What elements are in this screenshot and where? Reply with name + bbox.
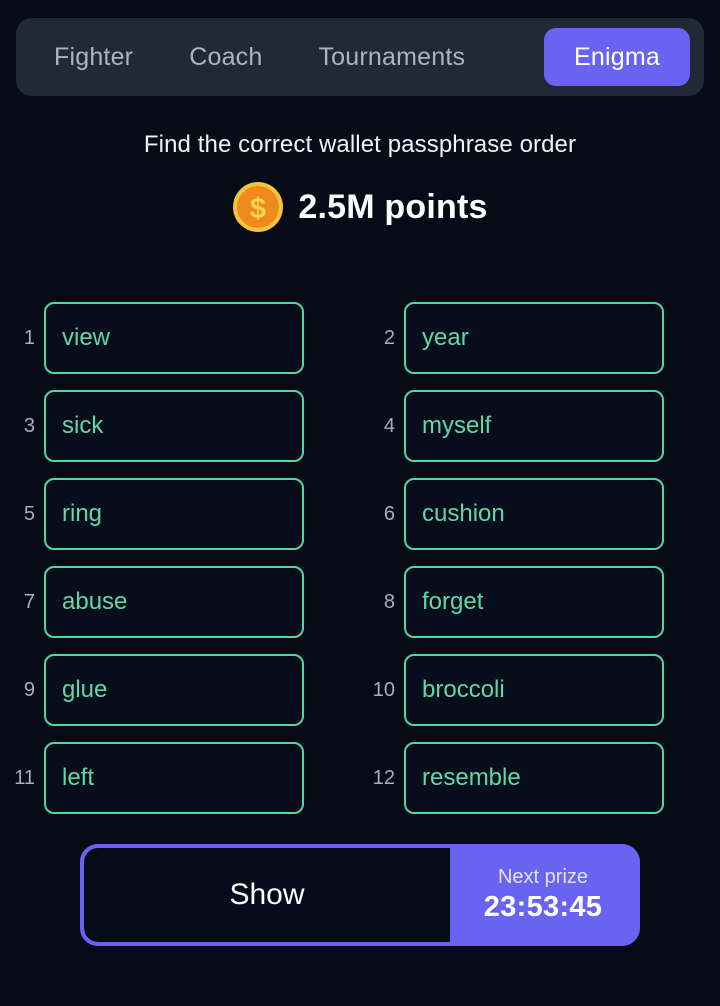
word-tile[interactable]: left [44,742,304,814]
word-cell: 1 view [0,294,360,382]
word-index: 5 [23,502,35,525]
page-title: Find the correct wallet passphrase order [143,131,577,158]
word-cell: 2 year [360,294,720,382]
word-index: 9 [23,678,35,701]
word-row: 7 abuse 8 forget [0,558,720,646]
word-cell: 6 cushion [360,470,720,558]
word-cell: 4 myself [360,382,720,470]
word-cell: 7 abuse [0,558,360,646]
word-index: 3 [23,414,35,437]
prize-row: $ 2.5M points [0,181,720,233]
word-tile[interactable]: forget [404,566,664,638]
coin-icon: $ [233,182,284,232]
show-button[interactable]: Show [84,848,450,942]
next-prize-label: Next prize [497,865,589,888]
nav-tab-enigma[interactable]: Enigma [544,28,690,86]
word-row: 1 view 2 year [0,294,720,382]
word-index: 7 [23,590,35,613]
word-tile[interactable]: cushion [404,478,664,550]
nav-tab-label: Fighter [54,42,134,71]
word-index: 4 [383,414,395,437]
word-row: 5 ring 6 cushion [0,470,720,558]
word-tile[interactable]: view [44,302,304,374]
word-row: 3 sick 4 myself [0,382,720,470]
word-index: 8 [383,590,395,613]
word-cell: 11 left [0,734,360,822]
word-tile[interactable]: glue [44,654,304,726]
word-tile[interactable]: abuse [44,566,304,638]
word-tile[interactable]: broccoli [404,654,664,726]
word-cell: 8 forget [360,558,720,646]
next-prize-panel[interactable]: Next prize 23:53:45 [450,848,636,942]
word-cell: 12 resemble [360,734,720,822]
word-index: 2 [383,326,395,349]
word-row: 9 glue 10 broccoli [0,646,720,734]
word-tile[interactable]: sick [44,390,304,462]
word-cell: 3 sick [0,382,360,470]
word-row: 11 left 12 resemble [0,734,720,822]
word-tile[interactable]: year [404,302,664,374]
word-index: 11 [14,766,35,789]
next-prize-countdown: 23:53:45 [483,890,603,923]
word-index: 10 [372,678,395,701]
nav-tab-label: Coach [189,42,263,71]
prize-amount: 2.5M points [298,188,488,226]
nav-tab-label: Tournaments [318,42,466,71]
nav-tab-label: Enigma [574,42,660,71]
word-tile[interactable]: resemble [404,742,664,814]
word-tile[interactable]: ring [44,478,304,550]
word-cell: 5 ring [0,470,360,558]
word-cell: 10 broccoli [360,646,720,734]
word-index: 12 [372,766,395,789]
bottom-action-bar: Show Next prize 23:53:45 [80,844,640,946]
word-cell: 9 glue [0,646,360,734]
nav-tab-tournaments[interactable]: Tournaments [290,28,493,86]
top-navigation-bar: Fighter Coach Tournaments Enigma [16,18,704,96]
word-index: 6 [383,502,395,525]
word-index: 1 [23,326,35,349]
svg-text:$: $ [250,193,266,225]
nav-tab-fighter[interactable]: Fighter [26,28,161,86]
passphrase-word-grid: 1 view 2 year 3 sick 4 myself 5 ring 6 c… [0,294,720,822]
word-tile[interactable]: myself [404,390,664,462]
nav-tab-coach[interactable]: Coach [161,28,290,86]
